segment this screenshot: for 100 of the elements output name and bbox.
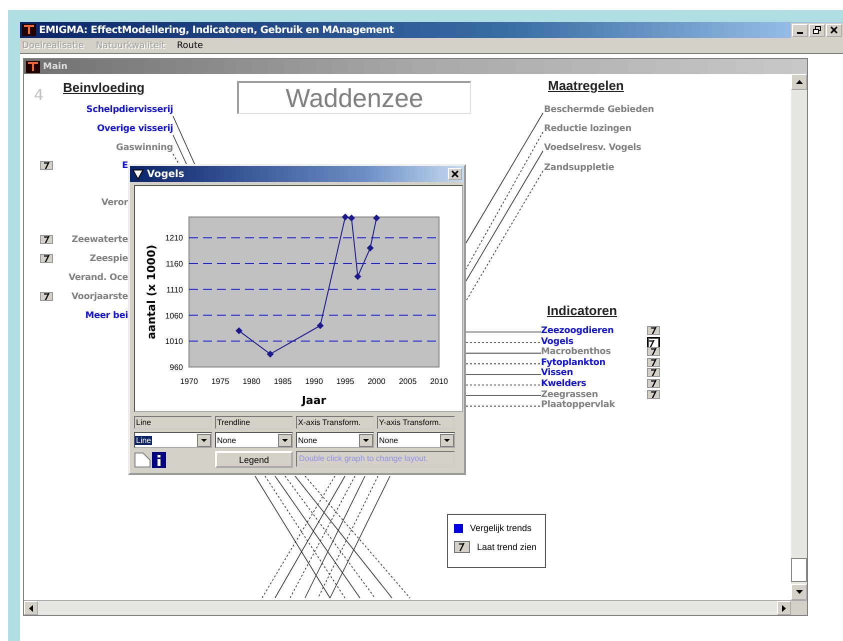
trend-button[interactable] [40,292,53,301]
caret-icon [359,434,373,446]
measure-item[interactable]: Voedselresv. Vogels [544,143,642,153]
point [266,350,274,358]
scroll-down-button[interactable] [791,584,807,600]
legend-label: Vergelijk trends [470,523,532,533]
dropdown-field[interactable]: None [215,432,293,448]
scroll-left-button[interactable] [24,601,38,615]
dropdown-field[interactable]: None [377,432,455,448]
x-tick-label: 1970 [180,377,198,386]
x-tick-label: 1995 [336,377,355,386]
x-tick-label: 2000 [368,377,386,386]
hint-text: Double click graph to change layout. [296,451,455,467]
section-heading: Beinvloeding [63,80,145,95]
trend-button[interactable] [40,161,53,170]
left-arrow-icon [29,604,33,612]
indicator-item[interactable]: Vissen [541,368,573,378]
influence-item[interactable]: Gaswinning [116,143,173,153]
trend-button[interactable] [647,368,660,378]
y-tick-label: 1210 [165,234,184,243]
field-label: Line [134,416,212,429]
y-tick-label: 1110 [166,285,184,294]
trend-button[interactable] [647,347,660,356]
dialog-title: Vogels [147,168,184,180]
triangle-icon [132,168,144,180]
point [236,327,242,334]
section-heading: Indicatoren [547,303,618,318]
indicator-item[interactable]: Macrobenthos [541,347,611,358]
field-label: Trendline [215,416,293,429]
field-label: X-axis Transform. [296,416,374,429]
dropdown-field[interactable]: Line [134,432,212,448]
trend-button[interactable] [647,326,660,335]
point [316,322,324,330]
y-tick-label: 1060 [165,311,184,320]
trend-button[interactable] [647,379,660,388]
minimize-button[interactable] [792,24,808,36]
field-label: Y-axis Transform. [377,416,455,429]
restore-button[interactable] [809,24,825,36]
app-logo-icon [22,24,36,36]
influence-item[interactable]: Verand. Oce [68,273,128,283]
x-tick-label: 1975 [211,377,230,386]
down-arrow-icon [796,590,802,594]
indicator-item[interactable]: Kwelders [541,379,586,389]
legend-label: Laat trend zien [477,542,537,552]
menu-item[interactable]: Route [176,40,204,50]
x-tick-label: 1990 [305,377,324,386]
influence-item[interactable]: E [122,161,128,171]
trend-button[interactable] [647,358,660,367]
influence-item[interactable]: Voorjaarste [71,292,128,302]
x-tick-label: 2005 [398,377,418,386]
child-window-title: Main [43,62,68,72]
app-logo-icon [26,60,40,72]
y-tick-label: 1160 [166,260,184,269]
scroll-right-button[interactable] [777,601,791,615]
indicator-item[interactable]: Fytoplankton [541,358,606,368]
close-button[interactable] [826,24,842,36]
x-tick-label: 1985 [274,377,292,386]
close-icon [830,26,838,34]
influence-item[interactable]: Veror [101,198,128,208]
indicator-item[interactable]: Plaatoppervlak [541,400,615,410]
info-icon[interactable] [152,452,166,468]
scrollbar-corner [791,601,807,615]
right-arrow-icon [782,604,786,612]
point [354,272,362,280]
influence-item[interactable]: Schelpdiervisserij [86,105,173,115]
close-button[interactable] [448,168,462,180]
scrollbar-thumb[interactable] [791,558,807,582]
measure-item[interactable]: Beschermde Gebieden [544,105,654,115]
scroll-up-button[interactable] [791,74,807,90]
square-icon [454,524,463,532]
window-title: EMIGMA: EffectModellering, Indicatoren, Gebruik en MAnagement [39,24,394,36]
point [348,214,355,222]
influence-item[interactable]: Zeewaterte [72,235,128,245]
x-tick-label: 2010 [430,377,448,386]
y-axis-title: aantal (x 1000) [145,244,158,340]
trend-icon [454,541,470,553]
trend-button[interactable] [40,254,53,263]
indicator-item[interactable]: Vogels [541,336,574,347]
measure-item[interactable]: Zandsuppletie [544,163,614,173]
influence-item[interactable]: Meer bei [85,311,128,321]
legend-button[interactable]: Legend [215,451,293,468]
indicator-item[interactable]: Zeezoogdieren [541,326,614,336]
section-heading: Maatregelen [548,78,624,93]
measure-item[interactable]: Reductie lozingen [544,124,632,134]
page-number: 4 [34,86,44,104]
influence-item[interactable]: Overige visserij [96,124,173,134]
dropdown-field[interactable]: None [296,432,374,448]
x-axis-title: Jaar [300,394,327,407]
page-icon[interactable] [134,452,151,468]
area-title: Waddenzee [237,81,471,114]
trend-button[interactable] [647,390,660,399]
y-tick-label: 1010 [165,337,184,346]
influence-item[interactable]: Zeespie [90,254,128,264]
close-icon [451,170,459,178]
indicator-item[interactable]: Zeegrassen [541,390,598,400]
restore-icon [813,26,821,34]
up-arrow-icon [796,80,802,84]
trend-button[interactable] [40,235,53,244]
y-tick-label: 960 [170,363,184,372]
point [366,244,374,252]
